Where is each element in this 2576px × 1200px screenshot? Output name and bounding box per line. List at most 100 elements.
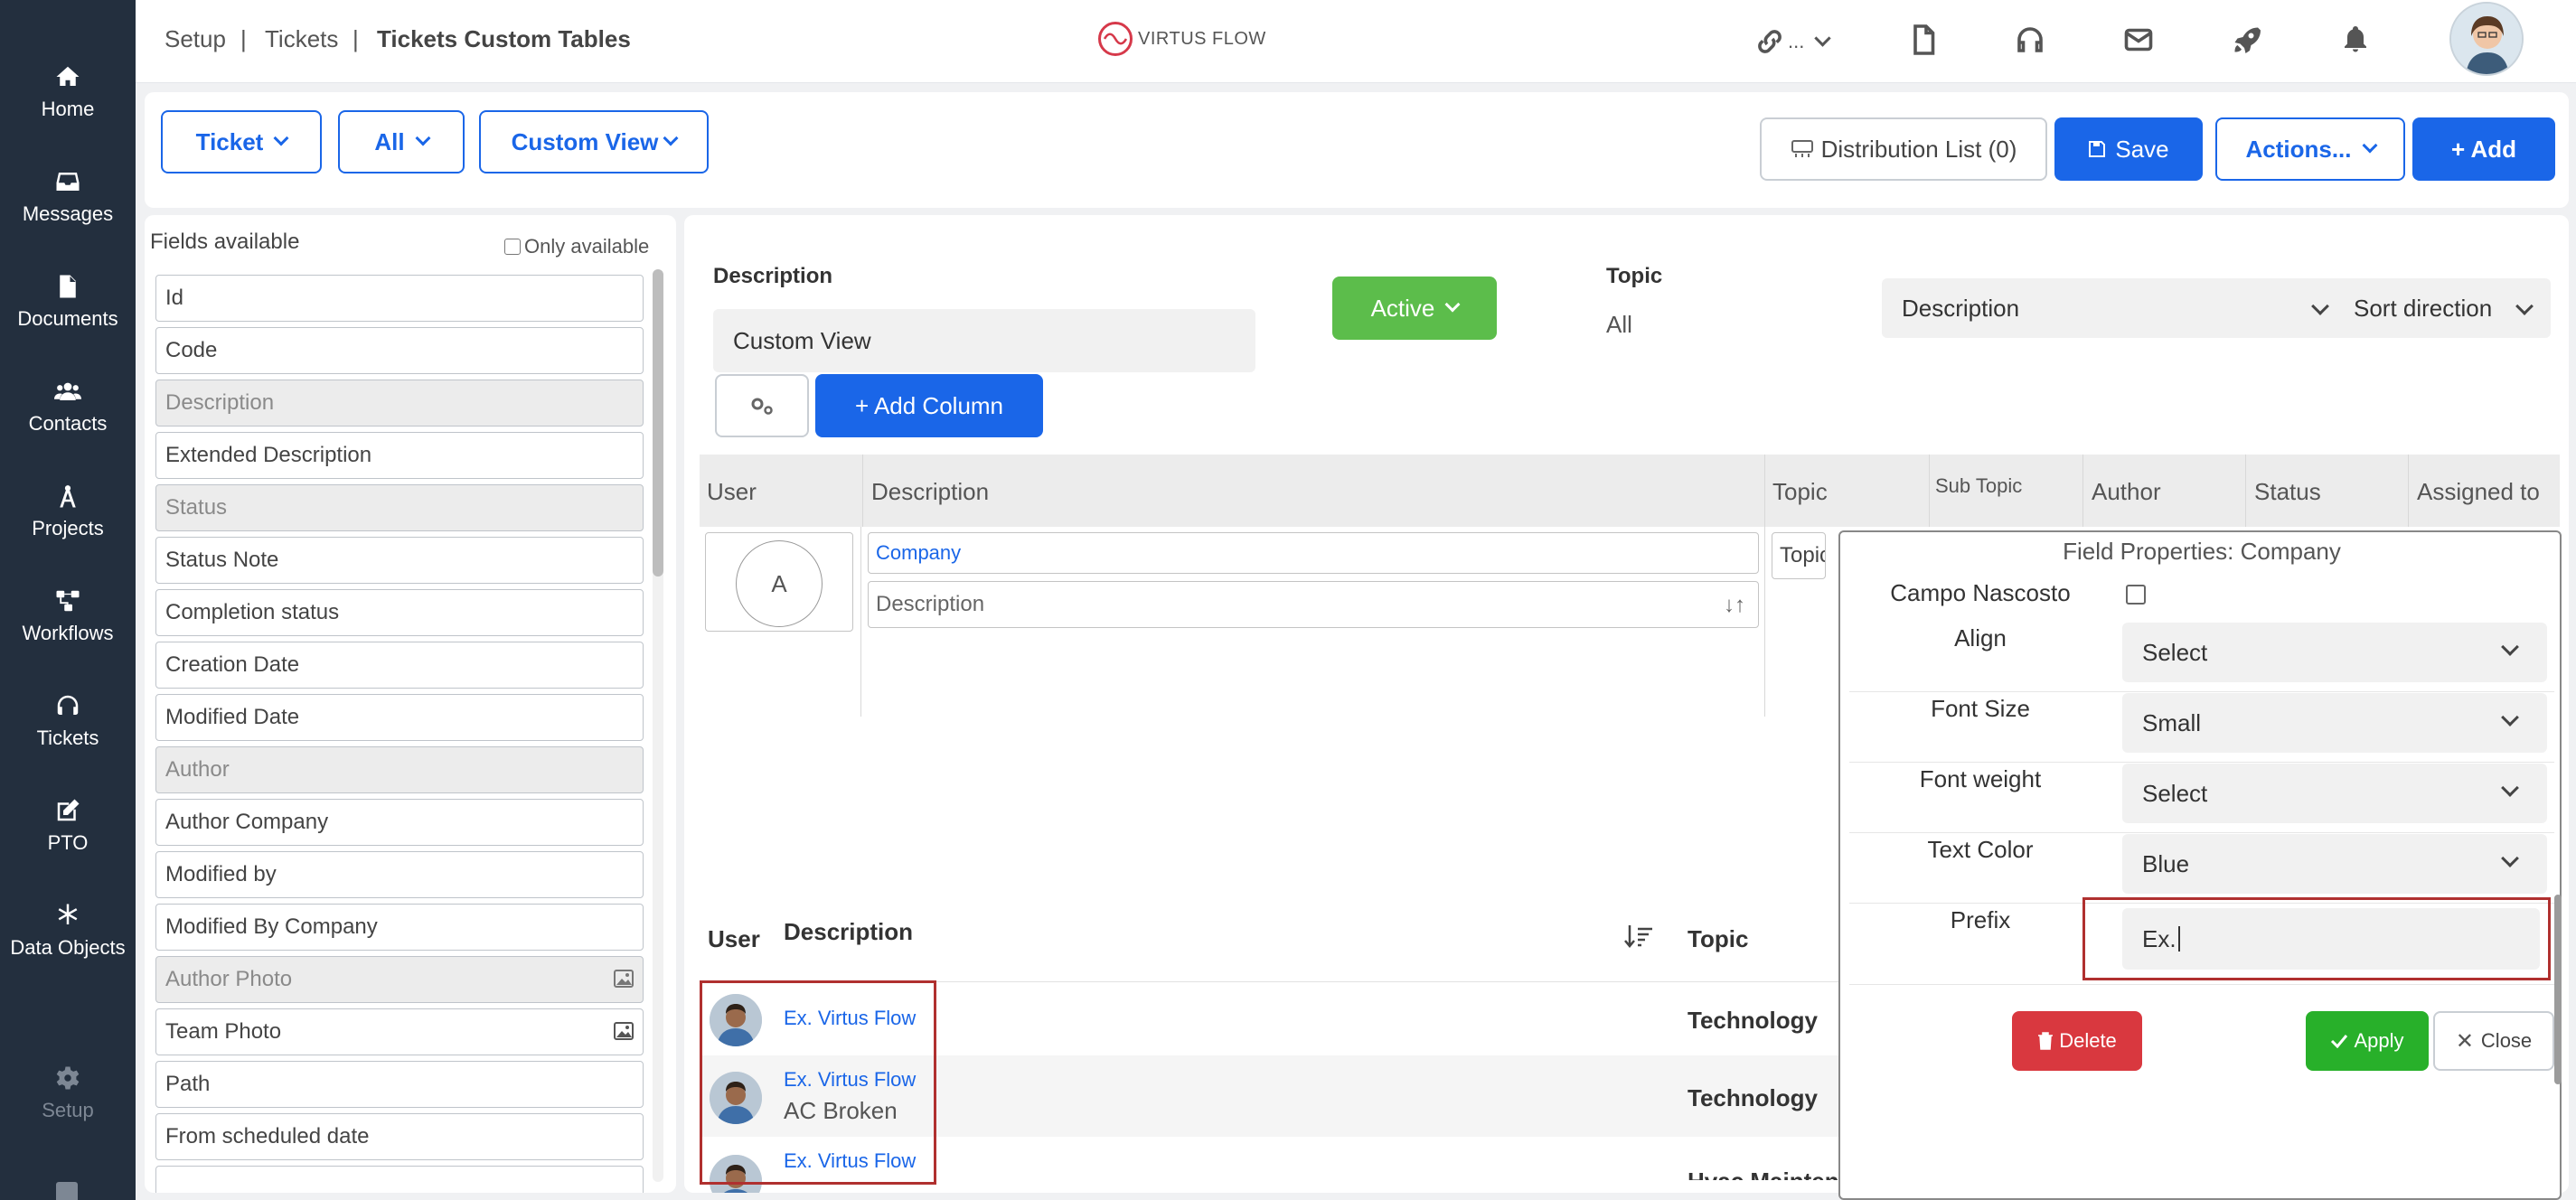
- apply-button[interactable]: Apply: [2306, 1011, 2429, 1071]
- add-column-button[interactable]: + Add Column: [815, 374, 1043, 437]
- sidebar-item-setup[interactable]: Setup: [0, 1048, 136, 1139]
- mail-icon[interactable]: [2122, 23, 2158, 60]
- preview-user-cell[interactable]: A: [705, 532, 853, 632]
- font-weight-select[interactable]: Select: [2122, 764, 2547, 823]
- preview-col-description[interactable]: Description: [871, 478, 989, 506]
- ticket-dropdown-label: Ticket: [195, 127, 264, 155]
- sidebar-item-workflows[interactable]: Workflows: [0, 571, 136, 661]
- field-item-extended-description[interactable]: Extended Description: [155, 432, 644, 479]
- user-avatar[interactable]: [2449, 2, 2524, 76]
- sidebar-item-contacts[interactable]: Contacts: [0, 361, 136, 452]
- preview-col-author[interactable]: Author: [2092, 478, 2161, 506]
- field-item-completion-status[interactable]: Completion status: [155, 589, 644, 636]
- compass-icon: [60, 484, 76, 508]
- column-settings-button[interactable]: [715, 374, 809, 437]
- virtus-flow-logo[interactable]: VIRTUS FLOW: [1098, 22, 1266, 56]
- topic-value[interactable]: All: [1606, 311, 1632, 339]
- checkbox-icon[interactable]: [504, 239, 521, 255]
- fields-scrollbar-thumb[interactable]: [653, 269, 663, 577]
- save-label: Save: [2115, 135, 2169, 163]
- field-item-modified-date[interactable]: Modified Date: [155, 694, 644, 741]
- save-button[interactable]: Save: [2054, 117, 2203, 181]
- field-item-label: Description: [165, 390, 275, 415]
- all-dropdown[interactable]: All: [338, 110, 465, 173]
- field-item-status-note[interactable]: Status Note: [155, 537, 644, 584]
- custom-view-dropdown[interactable]: Custom View: [479, 110, 709, 173]
- sort-arrows-icon[interactable]: ↓↑: [1724, 593, 1745, 618]
- status-dropdown[interactable]: Active: [1332, 277, 1497, 340]
- description-input[interactable]: Custom View: [713, 309, 1255, 372]
- sort-field-select[interactable]: Description: [1882, 278, 2354, 338]
- text-color-select[interactable]: Blue: [2122, 834, 2547, 894]
- sidebar-item-documents[interactable]: Documents: [0, 257, 136, 347]
- bell-icon[interactable]: [2339, 23, 2375, 60]
- preview-avatar: A: [736, 540, 823, 627]
- breadcrumb-tickets[interactable]: Tickets: [265, 25, 338, 53]
- description-label: Description: [713, 264, 833, 288]
- prefix-input[interactable]: Ex.: [2122, 908, 2540, 970]
- description-field-label: Description: [876, 592, 985, 616]
- link-menu[interactable]: ...: [1753, 23, 1844, 60]
- workflow-icon: [56, 590, 80, 612]
- rocket-icon[interactable]: [2231, 23, 2267, 60]
- sidebar-item-label: Documents: [17, 307, 118, 330]
- sort-direction-select[interactable]: Sort direction: [2334, 278, 2551, 338]
- only-available-checkbox[interactable]: Only available: [504, 235, 649, 258]
- field-item-id[interactable]: Id: [155, 275, 644, 322]
- custom-view-dropdown-label: Custom View: [511, 127, 659, 155]
- sidebar-item-data-objects[interactable]: Data Objects: [0, 886, 136, 976]
- preview-col-user[interactable]: User: [707, 478, 757, 506]
- breadcrumb-setup[interactable]: Setup: [165, 25, 226, 53]
- align-select[interactable]: Select: [2122, 623, 2547, 682]
- field-item-from-scheduled-date[interactable]: From scheduled date: [155, 1113, 644, 1160]
- preview-col-assigned-to[interactable]: Assigned to: [2417, 478, 2540, 506]
- results-col-user[interactable]: User: [708, 925, 760, 953]
- sidebar-item-label: PTO: [47, 831, 89, 854]
- field-properties-scrollbar[interactable]: [2554, 895, 2562, 1084]
- field-item-creation-date[interactable]: Creation Date: [155, 642, 644, 689]
- field-item-modified-by[interactable]: Modified by: [155, 851, 644, 898]
- file-icon[interactable]: [1907, 23, 1943, 60]
- sidebar-item-projects[interactable]: Projects: [0, 466, 136, 557]
- sort-descending-icon[interactable]: [1624, 923, 1653, 949]
- sidebar-item-messages[interactable]: Messages: [0, 152, 136, 242]
- close-button[interactable]: ✕ Close: [2433, 1011, 2554, 1071]
- add-button[interactable]: + Add: [2412, 117, 2555, 181]
- chevron-down-icon: [1444, 296, 1461, 313]
- preview-company-field[interactable]: Company: [868, 532, 1759, 574]
- preview-description-field[interactable]: Description ↓↑: [868, 581, 1759, 628]
- sidebar-item-pto[interactable]: PTO: [0, 781, 136, 871]
- image-icon: [614, 1022, 634, 1040]
- preview-topic-field[interactable]: Topic: [1772, 532, 1826, 579]
- preview-col-status[interactable]: Status: [2254, 478, 2321, 506]
- hidden-field-checkbox[interactable]: [2126, 585, 2146, 605]
- sidebar: Home Messages Documents Contacts Project…: [0, 0, 136, 1200]
- distribution-list-button[interactable]: Distribution List (0): [1760, 117, 2047, 181]
- field-item-team-photo[interactable]: Team Photo: [155, 1008, 644, 1055]
- sidebar-item-label: Projects: [32, 517, 104, 539]
- preview-col-topic[interactable]: Topic: [1772, 478, 1828, 506]
- sidebar-item-home[interactable]: Home: [0, 47, 136, 137]
- field-properties-title: Field Properties: Company: [2063, 538, 2341, 565]
- align-value: Select: [2142, 638, 2208, 666]
- font-size-select[interactable]: Small: [2122, 693, 2547, 753]
- field-item-partial[interactable]: [155, 1166, 644, 1193]
- check-icon: [2331, 1035, 2348, 1048]
- ticket-dropdown[interactable]: Ticket: [161, 110, 322, 173]
- results-col-description[interactable]: Description: [784, 918, 913, 946]
- headset-icon[interactable]: [2014, 23, 2050, 60]
- fields-scrollbar[interactable]: [653, 269, 663, 1182]
- actions-dropdown[interactable]: Actions...: [2215, 117, 2405, 181]
- field-item-modified-by-company[interactable]: Modified By Company: [155, 904, 644, 951]
- column-divider: [2245, 455, 2246, 527]
- results-col-topic[interactable]: Topic: [1688, 925, 1748, 953]
- field-item-code[interactable]: Code: [155, 327, 644, 374]
- field-item-author-company[interactable]: Author Company: [155, 799, 644, 846]
- sidebar-item-tickets[interactable]: Tickets: [0, 676, 136, 766]
- field-item-path[interactable]: Path: [155, 1061, 644, 1108]
- headset-icon: [57, 695, 79, 715]
- preview-col-sub-topic[interactable]: Sub Topic: [1935, 474, 2022, 498]
- delete-button[interactable]: Delete: [2012, 1011, 2142, 1071]
- trash-icon[interactable]: [56, 1182, 78, 1200]
- font-weight-value: Select: [2142, 779, 2208, 807]
